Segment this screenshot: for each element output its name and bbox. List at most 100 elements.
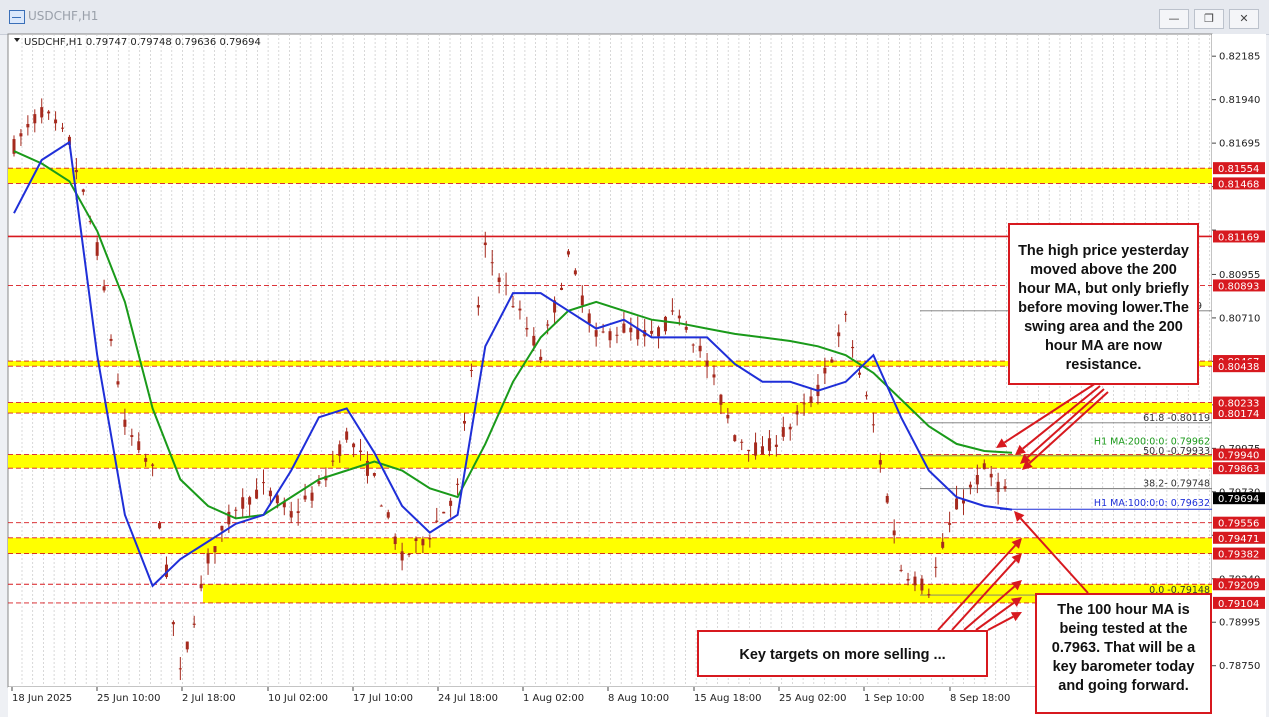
ma-100-label: H1 MA:100:0:0: 0.79632 bbox=[1094, 498, 1210, 509]
candle-body bbox=[331, 460, 335, 462]
candle-body bbox=[435, 520, 439, 522]
candle-body bbox=[54, 119, 58, 124]
candle-body bbox=[345, 431, 349, 440]
time-tick-label: 24 Jul 18:00 bbox=[438, 693, 498, 704]
candle-body bbox=[761, 446, 764, 455]
candle-body bbox=[948, 523, 952, 525]
candle-body bbox=[546, 324, 550, 326]
candle-body bbox=[691, 344, 695, 346]
candle-body bbox=[483, 242, 487, 246]
candle-body bbox=[892, 530, 896, 536]
callout-key-targets: Key targets on more selling ... bbox=[697, 630, 988, 677]
candle-body bbox=[171, 622, 175, 625]
candle-body bbox=[462, 420, 466, 424]
candle-body bbox=[268, 490, 272, 497]
candle-body bbox=[802, 403, 806, 405]
support-resistance-zone bbox=[8, 168, 1212, 184]
candle-body bbox=[934, 566, 938, 568]
candle-body bbox=[310, 492, 314, 501]
price-tick-label: 0.82185 bbox=[1219, 52, 1260, 63]
candle-body bbox=[719, 394, 723, 405]
zone-low-price-tag: 0.79382 bbox=[1218, 550, 1259, 561]
candle-body bbox=[178, 668, 182, 670]
price-tick-label: 0.81940 bbox=[1219, 95, 1260, 106]
candle-body bbox=[421, 539, 425, 546]
candle-body bbox=[996, 481, 1000, 492]
candle-body bbox=[955, 498, 959, 510]
candle-body bbox=[449, 500, 453, 506]
candle-body bbox=[864, 395, 868, 397]
candle-body bbox=[608, 331, 612, 341]
candle-body bbox=[795, 411, 799, 415]
candle-body bbox=[747, 449, 751, 452]
candle-body bbox=[830, 359, 834, 363]
time-tick-label: 1 Aug 02:00 bbox=[523, 693, 584, 704]
candle-body bbox=[871, 424, 875, 426]
candle-body bbox=[144, 458, 148, 462]
time-tick-label: 8 Sep 18:00 bbox=[950, 693, 1010, 704]
candle-body bbox=[809, 396, 813, 403]
candle-body bbox=[137, 441, 141, 450]
candle-body bbox=[74, 170, 78, 173]
candle-body bbox=[629, 327, 633, 333]
time-tick-label: 17 Jul 10:00 bbox=[353, 693, 413, 704]
zone-high-price-tag: 0.79471 bbox=[1218, 534, 1259, 545]
candle-body bbox=[379, 505, 383, 507]
candle-body bbox=[151, 464, 155, 466]
callout-200-hour-ma: The high price yesterday moved above the… bbox=[1008, 223, 1199, 385]
zone-low-price-tag: 0.79863 bbox=[1218, 464, 1259, 475]
candle-body bbox=[456, 483, 460, 485]
candle-body bbox=[851, 346, 855, 349]
candle-body bbox=[511, 306, 515, 308]
candle-body bbox=[476, 305, 480, 308]
fib-level-label: 38.2- 0.79748 bbox=[1143, 479, 1210, 490]
candle-body bbox=[601, 331, 605, 333]
zone-low-price-tag: 0.81468 bbox=[1218, 179, 1259, 190]
candle-body bbox=[650, 330, 654, 334]
candle-body bbox=[844, 313, 848, 315]
line-price-tag: 0.81169 bbox=[1218, 232, 1259, 243]
candle-body bbox=[116, 381, 120, 385]
candle-body bbox=[275, 495, 279, 504]
zone-low-price-tag: 0.80438 bbox=[1218, 362, 1259, 373]
candle-body bbox=[289, 511, 293, 518]
candle-body bbox=[255, 489, 259, 499]
candle-body bbox=[123, 419, 127, 427]
candle-body bbox=[220, 525, 224, 531]
zone-high-price-tag: 0.81554 bbox=[1218, 164, 1259, 175]
candle-body bbox=[899, 569, 903, 571]
candle-body bbox=[878, 460, 882, 465]
candle-body bbox=[1003, 486, 1007, 489]
candle-body bbox=[698, 345, 702, 352]
candle-body bbox=[532, 335, 536, 346]
candle-body bbox=[885, 495, 889, 503]
candle-body bbox=[158, 523, 162, 529]
candle-body bbox=[407, 553, 411, 555]
candle-body bbox=[19, 133, 23, 137]
candle-body bbox=[317, 481, 321, 484]
candle-body bbox=[594, 330, 598, 337]
terminal-window: USDCHF,H1 — ❐ ✕ 1961.8 -0.8011950.0 -0.7… bbox=[0, 0, 1269, 717]
candle-body bbox=[262, 482, 265, 484]
candle-body bbox=[303, 495, 307, 500]
candle-body bbox=[469, 369, 473, 371]
candle-body bbox=[428, 537, 432, 540]
candle-body bbox=[726, 414, 730, 419]
candle-body bbox=[663, 316, 667, 332]
candle-body bbox=[338, 444, 342, 456]
candle-body bbox=[615, 334, 619, 336]
symbol-ohlc-header: USDCHF,H1 0.79747 0.79748 0.79636 0.7969… bbox=[24, 37, 261, 48]
candle-body bbox=[858, 372, 862, 375]
candle-body bbox=[920, 578, 924, 591]
candle-body bbox=[234, 509, 238, 511]
candle-body bbox=[227, 511, 231, 525]
time-tick-label: 15 Aug 18:00 bbox=[694, 693, 761, 704]
candle-body bbox=[677, 315, 681, 319]
candle-body bbox=[130, 435, 134, 437]
candle-body bbox=[47, 111, 51, 114]
candle-body bbox=[560, 287, 564, 290]
time-tick-label: 2 Jul 18:00 bbox=[182, 693, 236, 704]
line-price-tag: 0.79556 bbox=[1218, 519, 1259, 530]
zone-high-price-tag: 0.79209 bbox=[1218, 580, 1259, 591]
time-tick-label: 10 Jul 02:00 bbox=[268, 693, 328, 704]
